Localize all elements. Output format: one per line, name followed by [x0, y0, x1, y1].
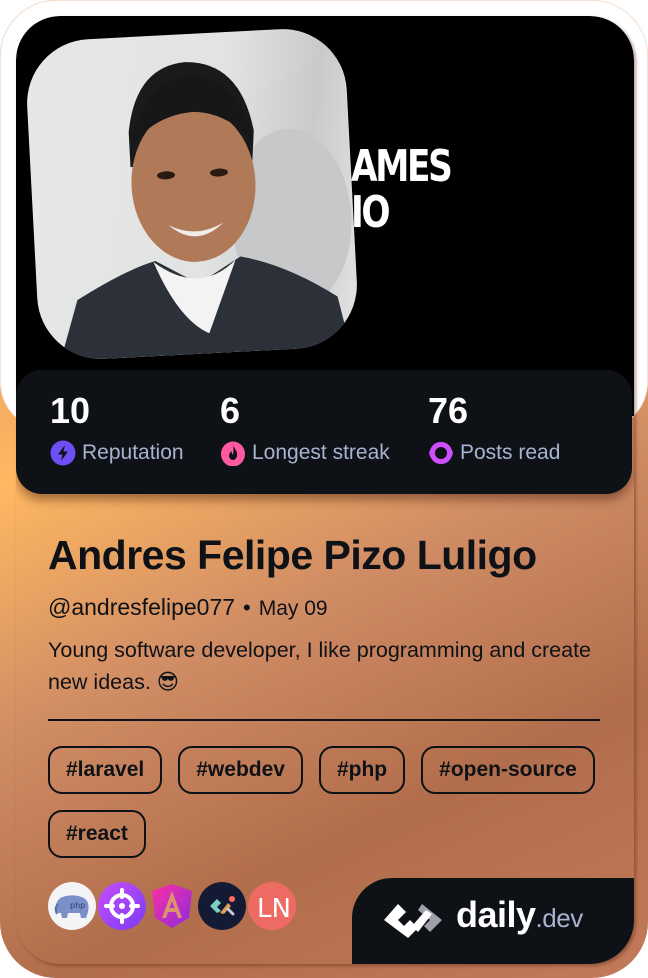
profile-name: Andres Felipe Pizo Luligo	[48, 532, 537, 578]
brand-tld: .dev	[535, 903, 584, 933]
avatar	[23, 25, 361, 363]
stat-reputation: 10 Reputation	[50, 390, 184, 466]
handle-row: @andresfelipe077 • May 09	[48, 594, 328, 621]
profile-bio: Young software developer, I like program…	[48, 638, 592, 694]
separator-dot: •	[243, 595, 251, 620]
tag[interactable]: #react	[48, 810, 146, 858]
tag[interactable]: #webdev	[178, 746, 303, 794]
ln-icon[interactable]: LN	[248, 882, 296, 930]
daily-dev-logo-icon	[384, 904, 442, 938]
brand-name: daily	[456, 894, 536, 935]
svg-text:php: php	[70, 901, 85, 910]
stat-longest-streak: 6 Longest streak	[220, 390, 390, 466]
ring-icon	[428, 440, 454, 466]
tag[interactable]: #php	[318, 746, 406, 794]
divider	[48, 719, 600, 721]
dev-logo-icon[interactable]	[198, 882, 246, 930]
stats-bar: 10 Reputation 6 Longest streak 76 Posts …	[16, 370, 632, 494]
crosshair-icon[interactable]	[98, 882, 146, 930]
php-elephant-icon[interactable]: php	[48, 882, 96, 930]
tag[interactable]: #open-source	[421, 746, 595, 794]
tag[interactable]: #laravel	[48, 746, 163, 794]
stat-posts-read: 76 Posts read	[428, 390, 561, 466]
source-list: php LN	[48, 882, 296, 930]
tag-list: #laravel #webdev #php #open-source #reac…	[48, 746, 608, 858]
devcard-inner: AMES IO 10 Reputation 6 Longest streak 7…	[16, 16, 634, 964]
svg-text:LN: LN	[257, 894, 291, 924]
devcard: AMES IO 10 Reputation 6 Longest streak 7…	[0, 0, 648, 978]
bolt-icon	[50, 440, 76, 466]
cover-text: AMES IO	[351, 141, 453, 238]
daily-dev-branding: daily.dev	[352, 878, 634, 964]
profile-date: May 09	[258, 597, 328, 620]
angular-icon[interactable]	[148, 882, 196, 930]
flame-icon	[220, 440, 246, 466]
profile-handle: @andresfelipe077	[48, 594, 236, 620]
cover-image: AMES IO	[16, 16, 634, 416]
avatar-photo	[60, 62, 352, 362]
